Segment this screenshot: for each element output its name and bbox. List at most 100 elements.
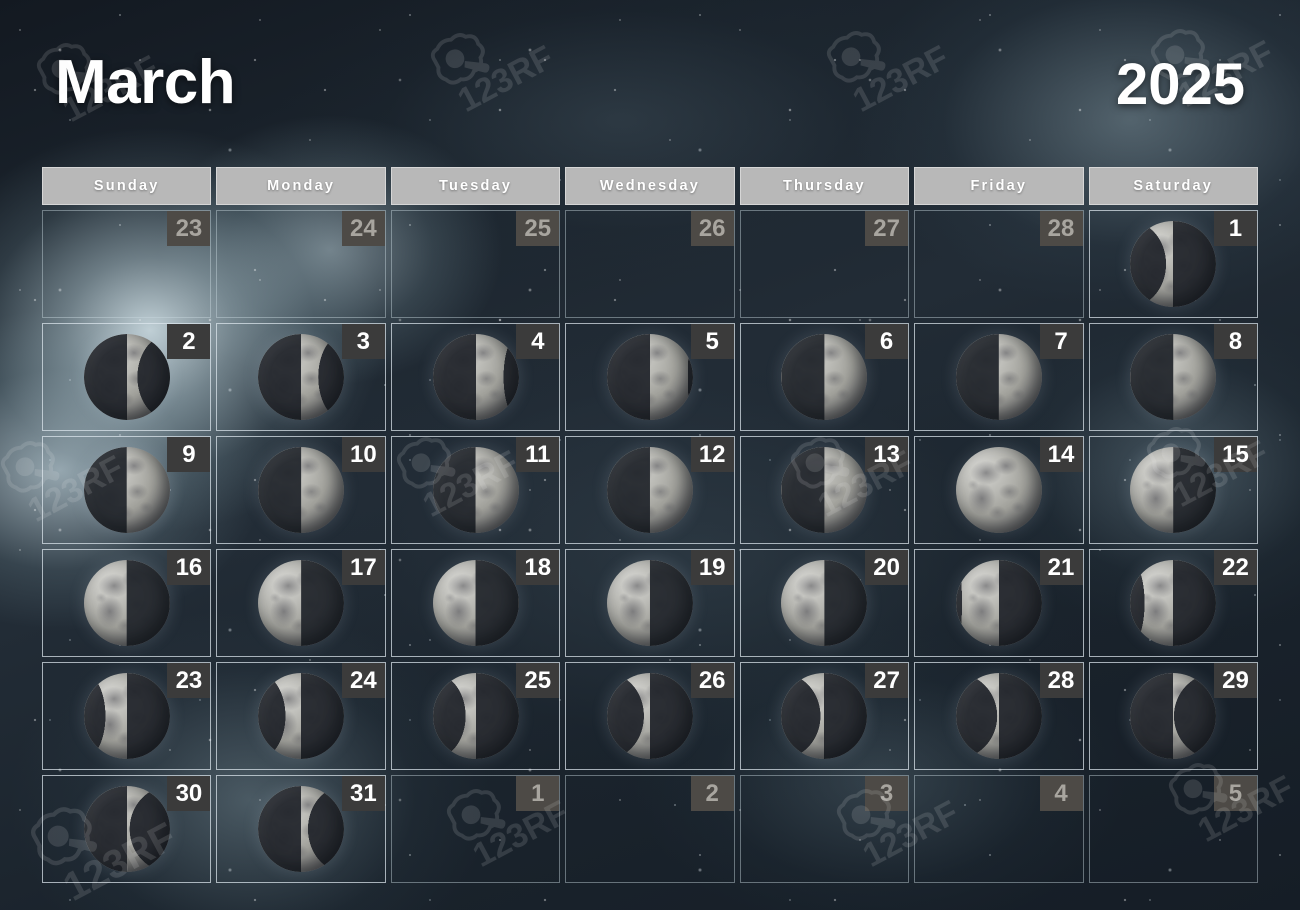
moon-disc-icon (1130, 673, 1217, 759)
day-number: 5 (1213, 776, 1257, 811)
calendar-day-cell[interactable]: 30 (42, 775, 212, 883)
moon-disc-icon (83, 447, 170, 533)
calendar-week-row: 23 24 25 26 27 28 29 (42, 662, 1258, 770)
weekday-header-tuesday: Tuesday (390, 167, 561, 205)
calendar-day-cell[interactable]: 13 (739, 436, 910, 544)
day-number: 17 (341, 550, 385, 585)
calendar-day-cell[interactable]: 9 (42, 436, 212, 544)
calendar-day-cell[interactable]: 2 (42, 323, 212, 431)
calendar-day-cell[interactable]: 18 (390, 549, 561, 657)
calendar-day-cell[interactable]: 25 (390, 210, 561, 318)
calendar-day-cell[interactable]: 28 (914, 662, 1084, 770)
moon-disc-icon (83, 560, 170, 646)
moon-disc-icon (1130, 447, 1217, 533)
calendar-day-cell[interactable]: 24 (216, 210, 386, 318)
calendar-day-cell[interactable]: 16 (42, 549, 212, 657)
moon-disc-icon (606, 334, 693, 420)
day-number: 7 (1039, 324, 1083, 359)
moon-disc-icon (432, 673, 519, 759)
moon-disc-icon (432, 334, 519, 420)
year-title: 2025 (1115, 52, 1245, 117)
calendar-day-cell[interactable]: 27 (739, 662, 910, 770)
calendar-day-cell[interactable]: 3 (216, 323, 386, 431)
calendar-day-cell[interactable]: 31 (216, 775, 386, 883)
calendar-day-cell[interactable]: 22 (1088, 549, 1258, 657)
calendar-day-cell[interactable]: 23 (42, 662, 212, 770)
moon-disc-icon (955, 673, 1042, 759)
moon-disc-icon (1130, 334, 1217, 420)
calendar-day-cell[interactable]: 14 (914, 436, 1084, 544)
moon-terminator-shadow (432, 334, 519, 420)
calendar-day-cell[interactable]: 8 (1088, 323, 1258, 431)
calendar-day-cell[interactable]: 26 (565, 662, 735, 770)
calendar-day-cell[interactable]: 7 (914, 323, 1084, 431)
calendar-day-cell[interactable]: 20 (739, 549, 910, 657)
moon-disc-icon (1130, 221, 1217, 307)
day-number: 12 (690, 437, 734, 472)
moon-disc-icon (83, 334, 170, 420)
calendar-day-cell[interactable]: 17 (216, 549, 386, 657)
calendar-day-cell[interactable]: 4 (914, 775, 1084, 883)
calendar-day-cell[interactable]: 24 (216, 662, 386, 770)
day-number: 10 (341, 437, 385, 472)
moon-disc-icon (955, 560, 1042, 646)
day-number: 14 (1039, 437, 1083, 472)
moon-disc-icon (258, 447, 345, 533)
day-number: 4 (516, 324, 560, 359)
calendar-day-cell[interactable]: 15 (1088, 436, 1258, 544)
calendar-day-cell[interactable]: 12 (565, 436, 735, 544)
day-number: 19 (690, 550, 734, 585)
calendar-day-cell[interactable]: 4 (390, 323, 561, 431)
calendar-day-cell[interactable]: 11 (390, 436, 561, 544)
calendar-day-cell[interactable]: 10 (216, 436, 386, 544)
calendar-day-cell[interactable]: 19 (565, 549, 735, 657)
moon-disc-icon (83, 786, 170, 872)
calendar-day-cell[interactable]: 27 (739, 210, 910, 318)
day-number: 1 (1213, 211, 1257, 246)
calendar-week-row: 2 3 4 5 6 7 8 (42, 323, 1258, 431)
weekday-header-saturday: Saturday (1088, 167, 1258, 205)
weekday-header-thursday: Thursday (739, 167, 910, 205)
day-number: 16 (167, 550, 211, 585)
calendar-day-cell[interactable]: 29 (1088, 662, 1258, 770)
moon-disc-icon (781, 334, 868, 420)
moon-disc-icon (781, 560, 868, 646)
calendar-day-cell[interactable]: 1 (1088, 210, 1258, 318)
day-number: 26 (690, 663, 734, 698)
moon-terminator-shadow (83, 786, 170, 872)
calendar-day-cell[interactable]: 3 (739, 775, 910, 883)
calendar-day-cell[interactable]: 23 (42, 210, 212, 318)
calendar-day-cell[interactable]: 25 (390, 662, 561, 770)
moon-disc-icon (606, 673, 693, 759)
day-number: 2 (167, 324, 211, 359)
calendar-day-cell[interactable]: 26 (565, 210, 735, 318)
day-number: 18 (516, 550, 560, 585)
calendar-week-row: 9 10 11 12 13 14 15 (42, 436, 1258, 544)
calendar-week-row: 16 17 18 19 20 21 22 (42, 549, 1258, 657)
calendar-day-cell[interactable]: 5 (1088, 775, 1258, 883)
day-number: 27 (865, 663, 909, 698)
calendar-day-cell[interactable]: 5 (565, 323, 735, 431)
calendar-day-cell[interactable]: 2 (565, 775, 735, 883)
calendar-day-cell[interactable]: 6 (739, 323, 910, 431)
weekday-header-wednesday: Wednesday (565, 167, 735, 205)
day-number: 25 (516, 663, 560, 698)
day-number: 3 (341, 324, 385, 359)
day-number: 8 (1213, 324, 1257, 359)
day-number: 1 (516, 776, 560, 811)
day-number: 30 (167, 776, 211, 811)
moon-disc-icon (83, 673, 170, 759)
day-number: 15 (1213, 437, 1257, 472)
day-number: 6 (865, 324, 909, 359)
day-number: 21 (1039, 550, 1083, 585)
calendar-week-row: 30 31 1 2 3 4 5 (42, 775, 1258, 883)
calendar-grid: Sunday Monday Tuesday Wednesday Thursday Frid… (42, 167, 1258, 883)
calendar-day-cell[interactable]: 21 (914, 549, 1084, 657)
moon-disc-icon (258, 673, 345, 759)
calendar-day-cell[interactable]: 1 (390, 775, 561, 883)
moon-disc-icon (258, 560, 345, 646)
moon-terminator-shadow (83, 334, 170, 420)
calendar-day-cell[interactable]: 28 (914, 210, 1084, 318)
moon-disc-icon (258, 334, 345, 420)
moon-terminator-shadow (606, 673, 693, 759)
